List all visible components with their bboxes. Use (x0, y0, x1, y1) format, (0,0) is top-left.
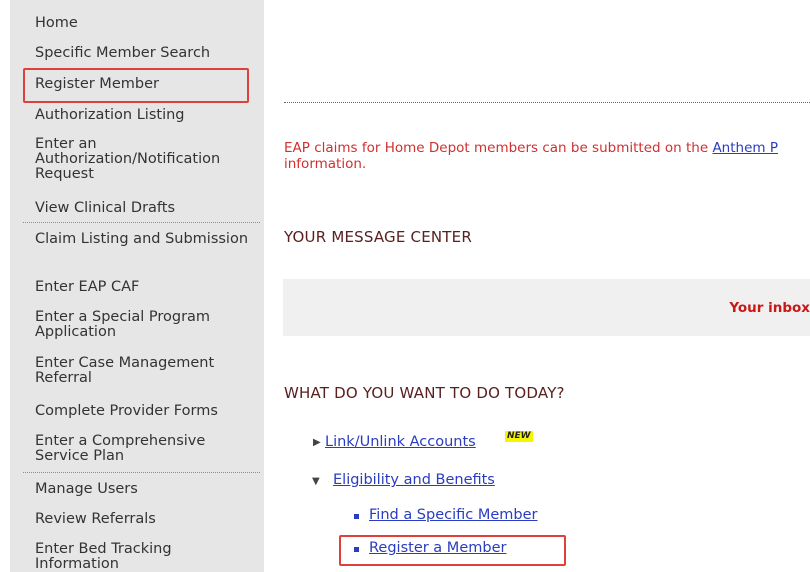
inbox-status: Your inbox (729, 300, 810, 316)
todo-heading: WHAT DO YOU WANT TO DO TODAY? (284, 384, 565, 402)
message-center-heading: YOUR MESSAGE CENTER (284, 228, 472, 246)
sidebar-item-special-program[interactable]: Enter a Special Program Application (35, 310, 260, 340)
anthem-portal-link[interactable]: Anthem P (712, 140, 778, 156)
sidebar-item-provider-forms[interactable]: Complete Provider Forms (35, 402, 260, 420)
sidebar-item-authorization-listing[interactable]: Authorization Listing (35, 106, 260, 124)
eap-claims-notice: EAP claims for Home Depot members can be… (284, 140, 810, 172)
sidebar-nav: Home Specific Member Search Register Mem… (0, 0, 264, 572)
collapse-down-icon[interactable]: ▼ (312, 476, 320, 487)
eligibility-benefits-link[interactable]: Eligibility and Benefits (333, 472, 495, 488)
sidebar-item-comprehensive-plan[interactable]: Enter a Comprehensive Service Plan (35, 434, 260, 464)
notice-text: EAP claims for Home Depot members can be… (284, 140, 713, 156)
sidebar-divider (23, 222, 260, 223)
sidebar-item-manage-users[interactable]: Manage Users (35, 480, 260, 498)
content-divider (284, 102, 810, 103)
notice-text-line2: information. (284, 156, 367, 172)
sidebar-item-specific-member-search[interactable]: Specific Member Search (35, 44, 260, 62)
register-a-member-highlight (339, 535, 566, 566)
sidebar-item-enter-eap-caf[interactable]: Enter EAP CAF (35, 278, 260, 296)
sidebar-item-case-management[interactable]: Enter Case Management Referral (35, 356, 260, 386)
new-badge: NEW (505, 431, 533, 442)
inbox-panel: Your inbox (283, 279, 810, 336)
expand-right-icon[interactable]: ▶ (313, 437, 321, 448)
find-specific-member-link[interactable]: Find a Specific Member (369, 507, 538, 523)
sidebar-item-review-referrals[interactable]: Review Referrals (35, 510, 260, 528)
sidebar-item-bed-tracking[interactable]: Enter Bed Tracking Information (35, 542, 260, 572)
sidebar-item-claim-listing[interactable]: Claim Listing and Submission (35, 232, 260, 247)
link-unlink-accounts-link[interactable]: Link/Unlink Accounts (325, 434, 476, 450)
sidebar-item-view-clinical-drafts[interactable]: View Clinical Drafts (35, 199, 260, 217)
sidebar-item-enter-authorization[interactable]: Enter an Authorization/Notification Requ… (35, 137, 260, 182)
sidebar-item-home[interactable]: Home (35, 14, 260, 32)
register-member-highlight (23, 68, 249, 103)
sidebar-edge (0, 0, 10, 572)
sidebar-divider (23, 472, 260, 473)
bullet-icon (354, 514, 359, 519)
